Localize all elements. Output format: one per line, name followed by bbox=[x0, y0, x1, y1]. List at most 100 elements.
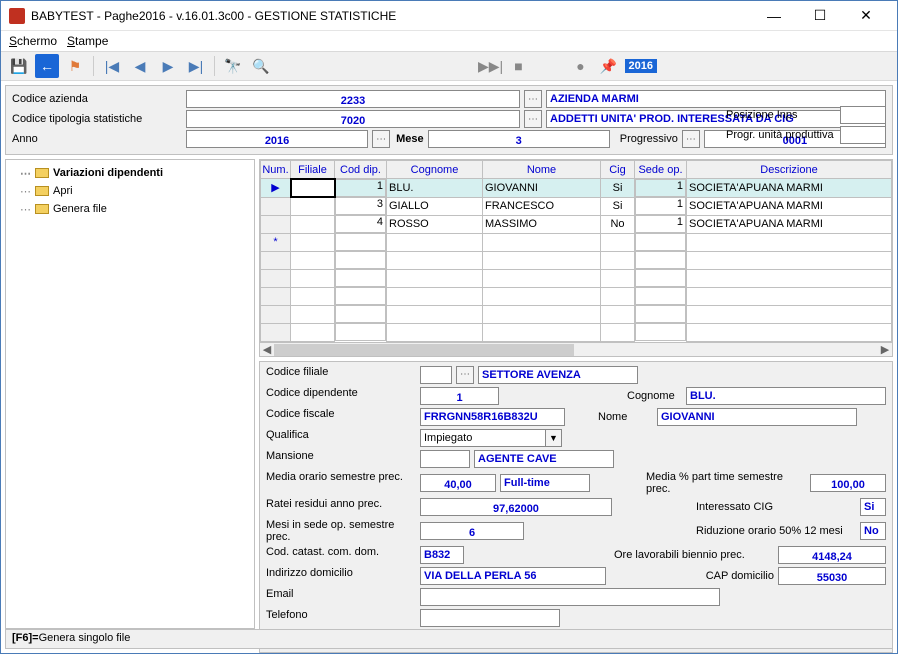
menu-stampe[interactable]: Stampe bbox=[67, 34, 108, 48]
stop-icon[interactable]: ■ bbox=[507, 54, 531, 78]
cell[interactable] bbox=[687, 323, 892, 341]
cell[interactable] bbox=[635, 305, 686, 323]
last-icon[interactable]: ▶| bbox=[184, 54, 208, 78]
cell[interactable]: No bbox=[601, 215, 635, 233]
cell[interactable] bbox=[261, 323, 291, 341]
cell[interactable] bbox=[335, 305, 386, 323]
lookup-filiale-button[interactable]: ⋯ bbox=[456, 366, 474, 384]
cell[interactable] bbox=[291, 197, 335, 215]
chevron-down-icon[interactable]: ▼ bbox=[546, 429, 562, 447]
field-anno[interactable]: 2016 bbox=[186, 130, 368, 148]
field-nome[interactable]: GIOVANNI bbox=[657, 408, 857, 426]
save-icon[interactable]: 💾 bbox=[7, 54, 31, 78]
cell[interactable] bbox=[687, 251, 892, 269]
table-row[interactable] bbox=[261, 251, 892, 269]
cell[interactable]: BLU. bbox=[387, 179, 483, 198]
first-icon[interactable]: |◀ bbox=[100, 54, 124, 78]
cell[interactable] bbox=[635, 323, 686, 341]
field-riduzione[interactable]: No bbox=[860, 522, 886, 540]
cell[interactable] bbox=[291, 323, 335, 341]
table-row[interactable]: * bbox=[261, 233, 892, 251]
scroll-left-icon[interactable]: ◀ bbox=[260, 343, 274, 357]
cell[interactable]: SOCIETA'APUANA MARMI bbox=[687, 215, 892, 233]
cell[interactable]: ROSSO bbox=[387, 215, 483, 233]
col-nome[interactable]: Nome bbox=[483, 161, 601, 179]
cell[interactable] bbox=[483, 287, 601, 305]
cell[interactable]: 1 bbox=[635, 215, 686, 233]
cell[interactable] bbox=[291, 251, 335, 269]
cell[interactable] bbox=[261, 287, 291, 305]
lookup-anno-button[interactable]: ⋯ bbox=[372, 130, 390, 148]
cell[interactable] bbox=[291, 215, 335, 233]
cell[interactable] bbox=[635, 287, 686, 305]
cell[interactable] bbox=[261, 269, 291, 287]
scroll-right-icon[interactable]: ▶ bbox=[878, 343, 892, 357]
col-cig[interactable]: Cig bbox=[601, 161, 635, 179]
col-sede-op[interactable]: Sede op. bbox=[635, 161, 687, 179]
cell[interactable]: FRANCESCO bbox=[483, 197, 601, 215]
cell[interactable]: Si bbox=[601, 197, 635, 215]
prev-icon[interactable]: ◀ bbox=[128, 54, 152, 78]
field-mese[interactable]: 3 bbox=[428, 130, 610, 148]
table-row[interactable] bbox=[261, 305, 892, 323]
field-codice-dipendente[interactable]: 1 bbox=[420, 387, 499, 405]
cell[interactable] bbox=[261, 305, 291, 323]
cell[interactable] bbox=[387, 233, 483, 251]
cell[interactable] bbox=[387, 305, 483, 323]
cell[interactable]: GIALLO bbox=[387, 197, 483, 215]
next-icon[interactable]: ▶ bbox=[156, 54, 180, 78]
field-progr-unita[interactable] bbox=[840, 126, 886, 144]
lookup-azienda-button[interactable]: ⋯ bbox=[524, 90, 542, 108]
cell[interactable] bbox=[387, 287, 483, 305]
table-row[interactable] bbox=[261, 323, 892, 341]
field-interessato-cig[interactable]: Si bbox=[860, 498, 886, 516]
col-cod-dip[interactable]: Cod dip. bbox=[335, 161, 387, 179]
cell[interactable] bbox=[687, 287, 892, 305]
cell[interactable] bbox=[483, 323, 601, 341]
cell[interactable] bbox=[687, 305, 892, 323]
col-filiale[interactable]: Filiale bbox=[291, 161, 335, 179]
field-media-pt[interactable]: 100,00 bbox=[810, 474, 886, 492]
cell[interactable] bbox=[261, 197, 291, 215]
cell[interactable]: MASSIMO bbox=[483, 215, 601, 233]
cell[interactable] bbox=[635, 269, 686, 287]
field-mesi-sede[interactable]: 6 bbox=[420, 522, 524, 540]
flag-icon[interactable]: ⚑ bbox=[63, 54, 87, 78]
horizontal-scrollbar[interactable]: ◀ ▶ bbox=[260, 342, 892, 356]
scroll-thumb[interactable] bbox=[274, 344, 574, 356]
cell[interactable] bbox=[291, 287, 335, 305]
cell[interactable] bbox=[387, 251, 483, 269]
field-codice-fiscale[interactable]: FRRGNN58R16B832U bbox=[420, 408, 565, 426]
cell[interactable] bbox=[291, 269, 335, 287]
field-codice-azienda[interactable]: 2233 bbox=[186, 90, 520, 108]
table-row[interactable]: 4ROSSOMASSIMONo1SOCIETA'APUANA MARMI bbox=[261, 215, 892, 233]
cell[interactable]: SOCIETA'APUANA MARMI bbox=[687, 197, 892, 215]
cell[interactable] bbox=[261, 251, 291, 269]
field-telefono[interactable] bbox=[420, 609, 560, 627]
col-descrizione[interactable]: Descrizione bbox=[687, 161, 892, 179]
maximize-button[interactable]: ☐ bbox=[797, 1, 843, 31]
cell[interactable] bbox=[601, 233, 635, 251]
cell[interactable] bbox=[601, 305, 635, 323]
lookup-tipologia-button[interactable]: ⋯ bbox=[524, 110, 542, 128]
cell[interactable]: 4 bbox=[335, 215, 386, 233]
field-cap[interactable]: 55030 bbox=[778, 567, 886, 585]
tree-item-apri[interactable]: ⋯ Apri bbox=[10, 182, 250, 200]
cell[interactable]: 3 bbox=[335, 197, 386, 215]
cell[interactable] bbox=[687, 233, 892, 251]
cell[interactable] bbox=[335, 251, 386, 269]
cell[interactable] bbox=[335, 287, 386, 305]
data-grid[interactable]: Num. Filiale Cod dip. Cognome Nome Cig S… bbox=[259, 159, 893, 357]
tree-item-genera-file[interactable]: ⋯ Genera file bbox=[10, 200, 250, 218]
menu-schermo[interactable]: Schermo bbox=[9, 34, 57, 48]
field-indirizzo[interactable]: VIA DELLA PERLA 56 bbox=[420, 567, 606, 585]
cell[interactable] bbox=[483, 233, 601, 251]
cell[interactable] bbox=[387, 269, 483, 287]
cell[interactable] bbox=[635, 233, 686, 251]
col-num[interactable]: Num. bbox=[261, 161, 291, 179]
combo-qualifica[interactable]: Impiegato ▼ bbox=[420, 429, 562, 447]
cell[interactable] bbox=[387, 323, 483, 341]
cell[interactable] bbox=[483, 251, 601, 269]
cell[interactable] bbox=[291, 179, 335, 198]
cell[interactable] bbox=[687, 269, 892, 287]
